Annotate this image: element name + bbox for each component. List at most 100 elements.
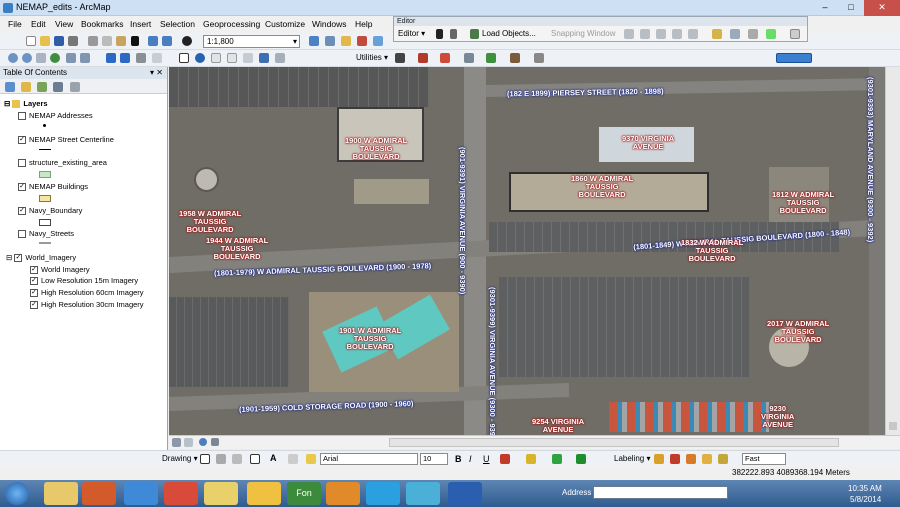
redo-icon[interactable] (162, 36, 172, 46)
data-view-icon[interactable] (172, 438, 181, 447)
fon-taskbar-icon[interactable]: Fon (287, 482, 321, 505)
topology-icon[interactable] (486, 53, 496, 63)
italic-button[interactable]: I (469, 454, 472, 464)
lock-labels-icon[interactable] (702, 454, 712, 464)
reshape-icon[interactable] (730, 29, 740, 39)
snapping-window-button[interactable]: Snapping Window (551, 29, 615, 38)
callout-icon[interactable] (288, 454, 298, 464)
toc-layer-nemap-buildings[interactable]: ✓ NEMAP Buildings (18, 181, 88, 192)
python-window-icon[interactable] (373, 36, 383, 46)
list-by-source-icon[interactable] (21, 82, 31, 92)
copy-icon[interactable] (102, 36, 112, 46)
zoom-out-icon[interactable] (22, 53, 32, 63)
layer-visibility-checkbox[interactable]: ✓ (30, 289, 38, 298)
text-tool-icon[interactable]: A (270, 453, 277, 463)
find-icon[interactable] (211, 53, 221, 63)
table-of-contents-icon[interactable] (325, 36, 335, 46)
toc-layer-structure-existing-area[interactable]: structure_existing_area (18, 157, 107, 168)
skype-taskbar-icon[interactable] (366, 482, 400, 505)
list-by-visibility-icon[interactable] (37, 82, 47, 92)
refresh-icon[interactable] (199, 438, 207, 446)
html-popup-icon[interactable] (227, 53, 237, 63)
list-by-selection-icon[interactable] (53, 82, 63, 92)
pause-drawing-icon[interactable] (211, 438, 219, 446)
menu-geoprocessing[interactable]: Geoprocessing (203, 19, 260, 29)
toc-layer-navy-boundary[interactable]: ✓ Navy_Boundary (18, 205, 82, 216)
view-unplaced-labels-icon[interactable] (718, 454, 728, 464)
new-text-icon[interactable] (306, 454, 316, 464)
hyperlink-icon[interactable] (259, 53, 269, 63)
rectangle-icon[interactable] (250, 454, 260, 464)
menu-bookmarks[interactable]: Bookmarks (81, 19, 124, 29)
labeling-menu[interactable]: Labeling ▾ (614, 454, 651, 463)
zoom-to-selected-icon[interactable] (232, 454, 242, 464)
layer-visibility-checkbox[interactable] (18, 230, 26, 239)
fixed-zoom-out-icon[interactable] (80, 53, 90, 63)
maximize-button[interactable]: □ (838, 0, 864, 16)
select-elements-icon[interactable] (179, 53, 189, 63)
split-tool-icon[interactable] (624, 29, 634, 39)
line-color-icon[interactable] (552, 454, 562, 464)
outlook-taskbar-icon[interactable] (326, 482, 360, 505)
file-explorer-taskbar-icon[interactable] (44, 482, 78, 505)
attributes-window-icon[interactable] (656, 29, 666, 39)
font-color-icon[interactable] (500, 454, 510, 464)
edit-annotation-icon[interactable] (450, 29, 457, 39)
layers-root[interactable]: ⊟ Layers (4, 98, 48, 109)
arctoolbox-icon[interactable] (357, 36, 367, 46)
marker-color-icon[interactable] (576, 454, 586, 464)
utilities-menu[interactable]: Utilities ▾ (356, 53, 388, 62)
menu-view[interactable]: View (55, 19, 73, 29)
edit-tool-icon[interactable] (436, 29, 443, 39)
attributes-icon[interactable] (464, 53, 474, 63)
collapse-icon[interactable]: ⊟ (6, 253, 14, 262)
label-manager-icon[interactable] (654, 454, 664, 464)
add-data-icon[interactable] (182, 36, 192, 46)
drawing-menu[interactable]: Drawing ▾ (162, 454, 198, 463)
menu-file[interactable]: File (8, 19, 22, 29)
construction-tools-icon[interactable] (440, 53, 450, 63)
load-objects-button[interactable]: Load Objects... (482, 29, 536, 38)
create-features-icon[interactable] (688, 29, 698, 39)
label-priority-icon[interactable] (670, 454, 680, 464)
list-by-drawing-order-icon[interactable] (5, 82, 15, 92)
rotate-tool-icon[interactable] (640, 29, 650, 39)
scroll-grip[interactable] (889, 422, 897, 430)
font-family-select[interactable]: Arial (320, 453, 418, 465)
select-elements-icon[interactable] (200, 454, 210, 464)
layer-visibility-checkbox[interactable]: ✓ (18, 136, 26, 145)
toc-sublayer[interactable]: ✓ High Resolution 60cm Imagery (30, 287, 144, 298)
layer-visibility-checkbox[interactable]: ✓ (30, 301, 38, 310)
pan-icon[interactable] (36, 53, 46, 63)
underline-button[interactable]: U (483, 454, 490, 464)
horizontal-scrollbar[interactable] (389, 438, 839, 447)
fill-color-icon[interactable] (526, 454, 536, 464)
select-by-graphics-icon[interactable] (136, 53, 146, 63)
time-slider-icon[interactable] (275, 53, 285, 63)
cut-polygons-icon[interactable] (748, 29, 758, 39)
editor-menu[interactable]: Editor ▾ (398, 29, 425, 38)
new-document-icon[interactable] (26, 36, 36, 46)
toc-layer-nemap-addresses[interactable]: NEMAP Addresses (18, 110, 93, 121)
sketch-tool-icon[interactable] (395, 53, 405, 63)
full-extent-icon[interactable] (50, 53, 60, 63)
identify-icon[interactable] (195, 53, 205, 63)
font-size-select[interactable]: 10 (420, 453, 448, 465)
measure-icon[interactable] (243, 53, 253, 63)
chrome-taskbar-icon[interactable] (164, 482, 198, 505)
back-extent-icon[interactable] (106, 53, 116, 63)
internet-explorer-taskbar-icon[interactable] (124, 482, 158, 505)
menu-insert[interactable]: Insert (130, 19, 151, 29)
layer-visibility-checkbox[interactable]: ✓ (14, 254, 23, 263)
toc-sublayer[interactable]: ✓ High Resolution 30cm Imagery (30, 299, 144, 310)
open-icon[interactable] (40, 36, 50, 46)
layer-visibility-checkbox[interactable]: ✓ (30, 266, 38, 275)
layout-view-icon[interactable] (184, 438, 193, 447)
menu-edit[interactable]: Edit (31, 19, 46, 29)
layer-visibility-checkbox[interactable] (18, 112, 26, 121)
clock-date[interactable]: 5/8/2014 (850, 495, 881, 504)
search-taskbar-icon[interactable] (406, 482, 440, 505)
georeferencing-icon[interactable] (510, 53, 520, 63)
label-weight-icon[interactable] (686, 454, 696, 464)
paste-icon[interactable] (116, 36, 126, 46)
